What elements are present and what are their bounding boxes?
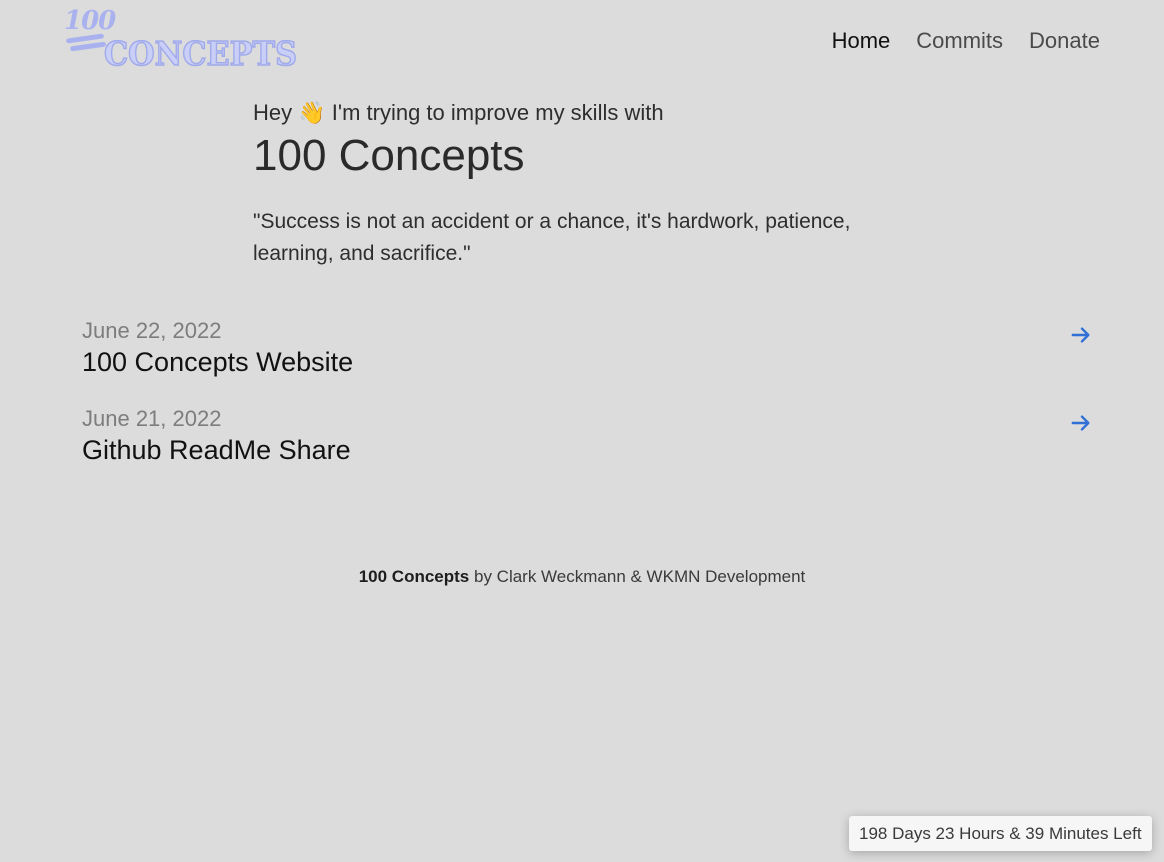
post-item[interactable]: June 21, 2022 Github ReadMe Share bbox=[82, 404, 1092, 492]
waving-hand-icon: 👋 bbox=[298, 100, 326, 125]
countdown-timer: 198 Days 23 Hours & 39 Minutes Left bbox=[849, 816, 1152, 851]
post-date: June 21, 2022 bbox=[82, 406, 222, 431]
greeting-text-after: I'm trying to improve my skills with bbox=[325, 100, 664, 125]
post-title[interactable]: 100 Concepts Website bbox=[82, 346, 1092, 378]
nav-home-link[interactable]: Home bbox=[832, 28, 891, 54]
nav-donate-link[interactable]: Donate bbox=[1029, 28, 1100, 54]
logo-100-text: 100 bbox=[64, 6, 116, 36]
greeting-text-before: Hey bbox=[253, 100, 299, 125]
logo-underline-stroke bbox=[69, 41, 107, 52]
main-nav: Home Commits Donate bbox=[832, 28, 1100, 54]
posts-list: June 22, 2022 100 Concepts Website June … bbox=[82, 316, 1092, 492]
post-date: June 22, 2022 bbox=[82, 318, 222, 343]
hero-section: Hey 👋 I'm trying to improve my skills wi… bbox=[253, 98, 893, 270]
site-logo[interactable]: 100 CONCEPTS bbox=[62, 6, 298, 74]
arrow-right-icon[interactable] bbox=[1070, 324, 1092, 346]
hero-quote: "Success is not an accident or a chance,… bbox=[253, 210, 851, 265]
footer-credit: by Clark Weckmann & WKMN Development bbox=[469, 567, 806, 586]
post-title[interactable]: Github ReadMe Share bbox=[82, 434, 1092, 466]
logo-concepts-text: CONCEPTS bbox=[103, 33, 298, 74]
page-footer: 100 Concepts by Clark Weckmann & WKMN De… bbox=[0, 567, 1164, 587]
hero-title: 100 Concepts bbox=[253, 131, 525, 180]
hero-greeting: Hey 👋 I'm trying to improve my skills wi… bbox=[253, 98, 893, 128]
post-item[interactable]: June 22, 2022 100 Concepts Website bbox=[82, 316, 1092, 404]
nav-commits-link[interactable]: Commits bbox=[916, 28, 1003, 54]
arrow-right-icon[interactable] bbox=[1070, 412, 1092, 434]
footer-brand: 100 Concepts bbox=[358, 567, 470, 586]
